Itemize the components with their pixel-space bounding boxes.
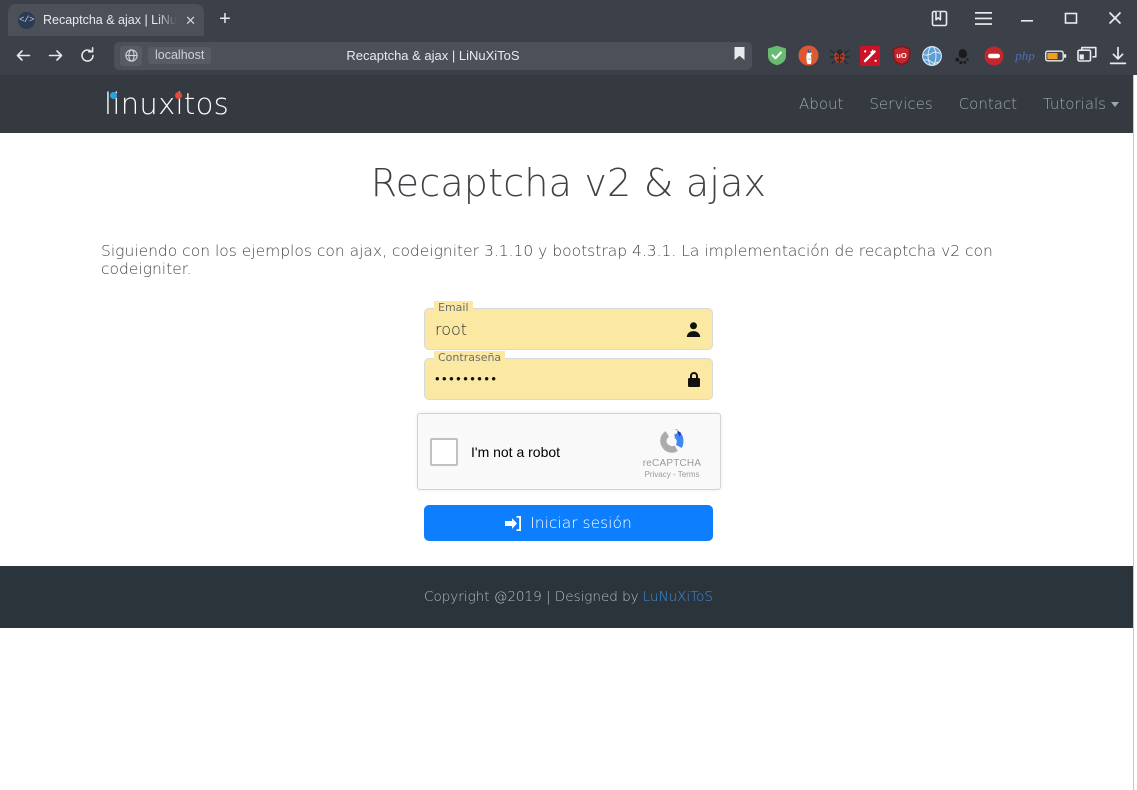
browser-tab[interactable]: </> Recaptcha & ajax | LiNuX ✕: [8, 4, 204, 36]
brand-text: linuxitos: [104, 87, 230, 121]
extension-icons: uO php: [762, 45, 1129, 67]
bookmarks-sidebar-icon[interactable]: [917, 3, 961, 33]
minimize-button[interactable]: [1005, 3, 1049, 33]
ublock-origin-icon[interactable]: uO: [890, 45, 912, 67]
recaptcha-branding: reCAPTCHA Privacy - Terms: [636, 425, 708, 479]
battery-icon[interactable]: [1045, 45, 1067, 67]
close-icon[interactable]: ✕: [185, 14, 196, 27]
brand-dot-blue-icon: [109, 92, 117, 99]
page-scrollbar[interactable]: [1133, 75, 1137, 790]
nav-item-contact[interactable]: Contact: [959, 95, 1017, 113]
password-field-label: Contraseña: [434, 351, 506, 364]
footer-copyright-text: Copyright @2019 | Designed by: [424, 589, 639, 605]
address-bar[interactable]: localhost Recaptcha & ajax | LiNuXiToS: [114, 41, 752, 70]
recaptcha-label: I'm not a robot: [471, 443, 561, 460]
site-navbar: linuxitos About Services Contact Tutoria…: [0, 75, 1137, 133]
nav-item-tutorials[interactable]: Tutorials: [1043, 95, 1119, 113]
nav-item-tutorials-label: Tutorials: [1043, 95, 1106, 113]
recaptcha-brand-name: reCAPTCHA: [642, 457, 702, 469]
login-form: Email root Contraseña ••••••••• I'm not …: [417, 301, 721, 541]
tab-strip: </> Recaptcha & ajax | LiNuX ✕ +: [0, 0, 1137, 36]
footer-designer-link[interactable]: LuNuXiToS: [643, 589, 713, 605]
adguard-icon[interactable]: [766, 45, 788, 67]
nav-item-services[interactable]: Services: [869, 95, 932, 113]
php-label: php: [1015, 47, 1035, 63]
brand-dot-red-icon: [175, 92, 182, 99]
page-title: Recaptcha v2 & ajax: [370, 161, 767, 205]
site-footer: Copyright @2019 | Designed by LuNuXiToS: [0, 566, 1137, 628]
email-field-value: root: [435, 319, 468, 339]
wand-magic-icon[interactable]: [859, 45, 881, 67]
chevron-down-icon: [1111, 102, 1119, 107]
page-viewport: linuxitos About Services Contact Tutoria…: [0, 75, 1137, 790]
url-host: localhost: [148, 47, 212, 64]
globe-blue-icon[interactable]: [921, 45, 943, 67]
tab-manager-icon[interactable]: [1076, 45, 1098, 67]
php-icon[interactable]: php: [1014, 45, 1036, 67]
new-tab-button[interactable]: +: [210, 4, 240, 34]
email-field[interactable]: Email root: [424, 301, 713, 350]
globe-icon: [120, 45, 142, 66]
submit-button-label: Iniciar sesión: [530, 514, 632, 532]
recaptcha-terms[interactable]: Privacy - Terms: [636, 470, 708, 479]
site-nav: About Services Contact Tutorials: [799, 95, 1119, 113]
forward-icon[interactable]: [40, 41, 70, 71]
downloads-icon[interactable]: [1107, 45, 1129, 67]
user-icon: [685, 321, 702, 338]
svg-text:uO: uO: [896, 51, 907, 60]
sign-in-icon: [505, 515, 522, 531]
email-field-label: Email: [434, 301, 473, 314]
nav-item-about[interactable]: About: [799, 95, 843, 113]
maximize-button[interactable]: [1049, 3, 1093, 33]
bookmark-icon[interactable]: [733, 46, 746, 66]
password-field-value: •••••••••: [435, 372, 499, 387]
recaptcha-logo-icon: [636, 425, 708, 457]
reload-icon[interactable]: [72, 41, 102, 71]
close-window-button[interactable]: [1093, 3, 1137, 33]
password-field[interactable]: Contraseña •••••••••: [424, 351, 713, 400]
duckduckgo-privacy-icon[interactable]: [797, 45, 819, 67]
browser-toolbar: localhost Recaptcha & ajax | LiNuXiToS u…: [0, 36, 1137, 75]
gnome-foot-icon[interactable]: [952, 45, 974, 67]
window-controls: [917, 3, 1137, 36]
recaptcha-widget[interactable]: I'm not a robot reCAPTCHA Privacy - Term…: [417, 413, 721, 490]
recaptcha-checkbox[interactable]: [430, 437, 458, 466]
application-menu-icon[interactable]: [961, 3, 1005, 33]
submit-button[interactable]: Iniciar sesión: [424, 505, 713, 541]
browser-window: </> Recaptcha & ajax | LiNuX ✕ + localho…: [0, 0, 1137, 790]
page-description: Siguiendo con los ejemplos con ajax, cod…: [101, 242, 993, 278]
lock-icon: [686, 371, 702, 388]
back-icon[interactable]: [8, 41, 38, 71]
stop-circle-icon[interactable]: [983, 45, 1005, 67]
code-favicon: </>: [18, 11, 35, 29]
page-main: Recaptcha v2 & ajax Siguiendo con los ej…: [0, 133, 1137, 628]
tab-title: Recaptcha & ajax | LiNuX: [43, 13, 178, 27]
debug-bug-icon[interactable]: [828, 45, 850, 67]
site-brand-logo[interactable]: linuxitos: [104, 87, 229, 121]
